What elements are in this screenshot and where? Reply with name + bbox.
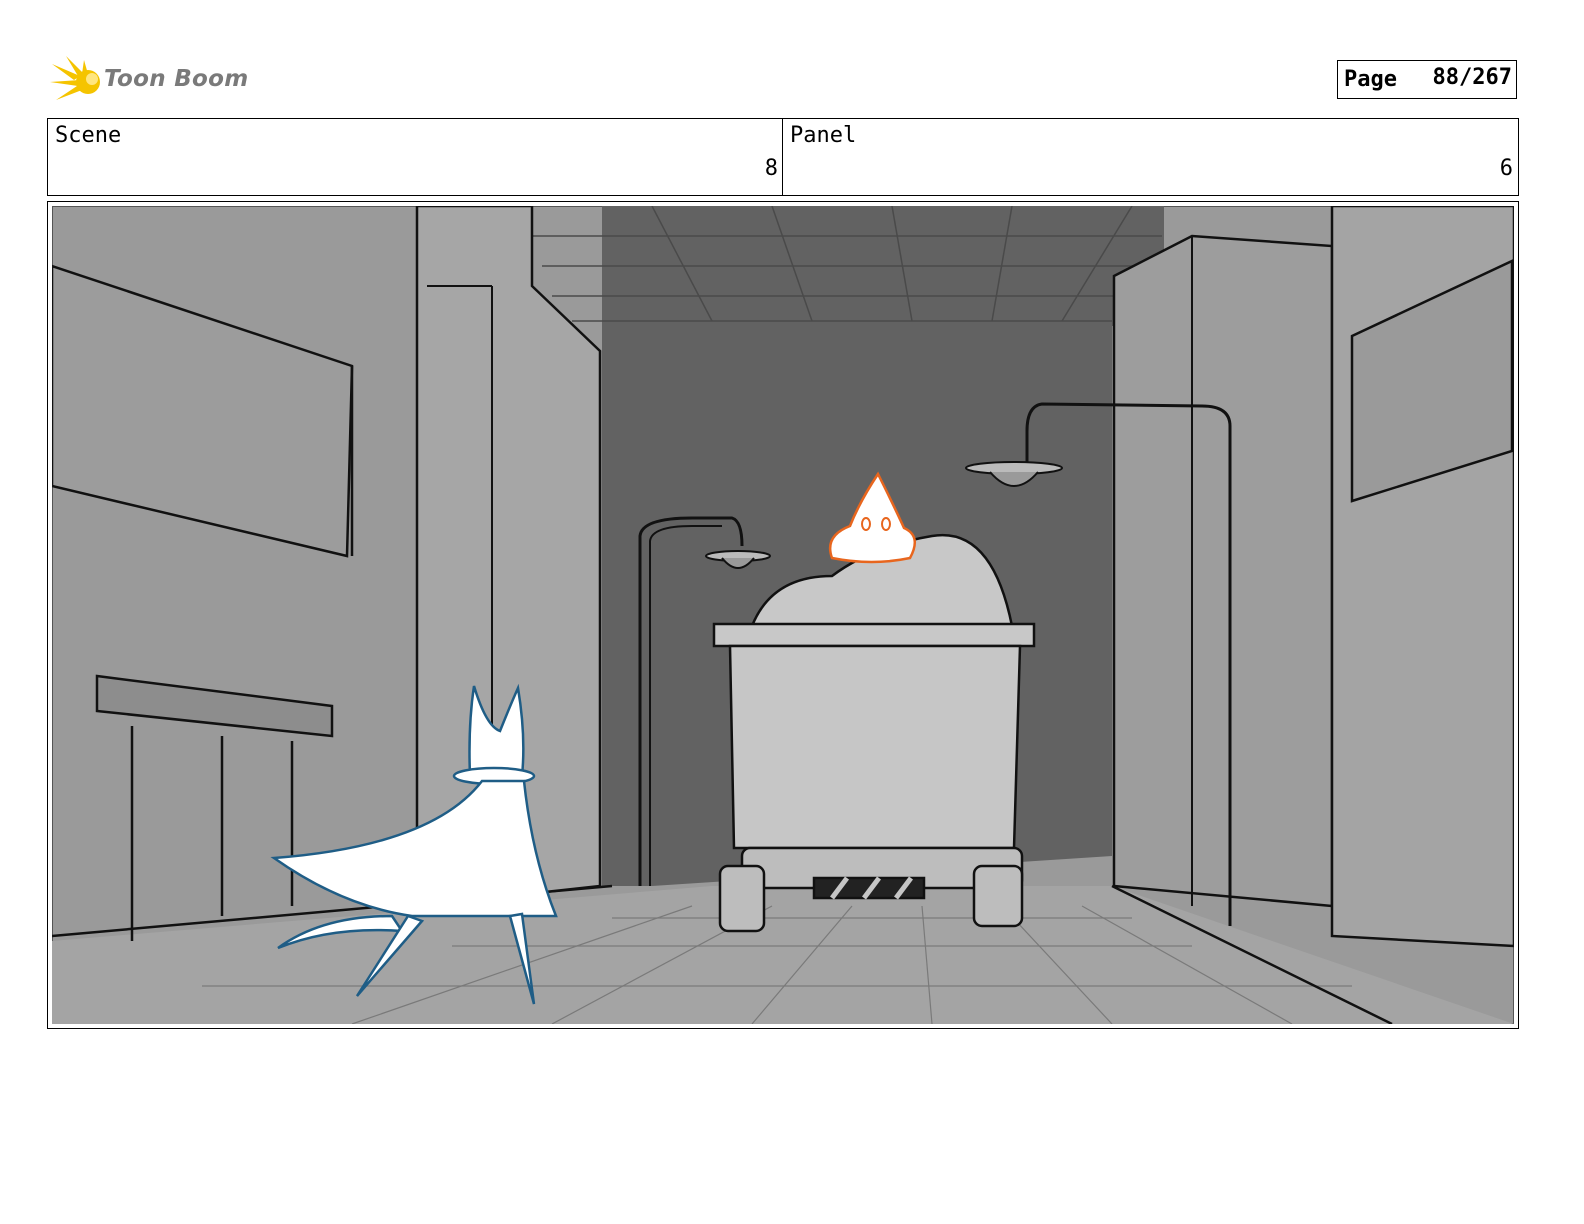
panel-number: 6 xyxy=(1499,156,1513,181)
toon-boom-logo: Toon Boom xyxy=(50,52,250,108)
page-label: Page xyxy=(1344,67,1397,92)
scene-cell: Scene 8 xyxy=(48,119,783,195)
page-number: 88/267 xyxy=(1432,65,1512,90)
panel-label: Panel xyxy=(790,123,857,148)
scene-label: Scene xyxy=(55,123,122,148)
scene-number: 8 xyxy=(764,156,778,181)
logo-text: Toon Boom xyxy=(104,66,249,92)
panel-cell: Panel 6 xyxy=(783,119,1517,195)
storyboard-frame xyxy=(47,201,1519,1029)
storyboard-drawing xyxy=(52,206,1514,1024)
starburst-logo-icon xyxy=(50,56,100,100)
page-indicator: Page 88/267 xyxy=(1337,60,1517,99)
scene-panel-info: Scene 8 Panel 6 xyxy=(47,118,1519,196)
